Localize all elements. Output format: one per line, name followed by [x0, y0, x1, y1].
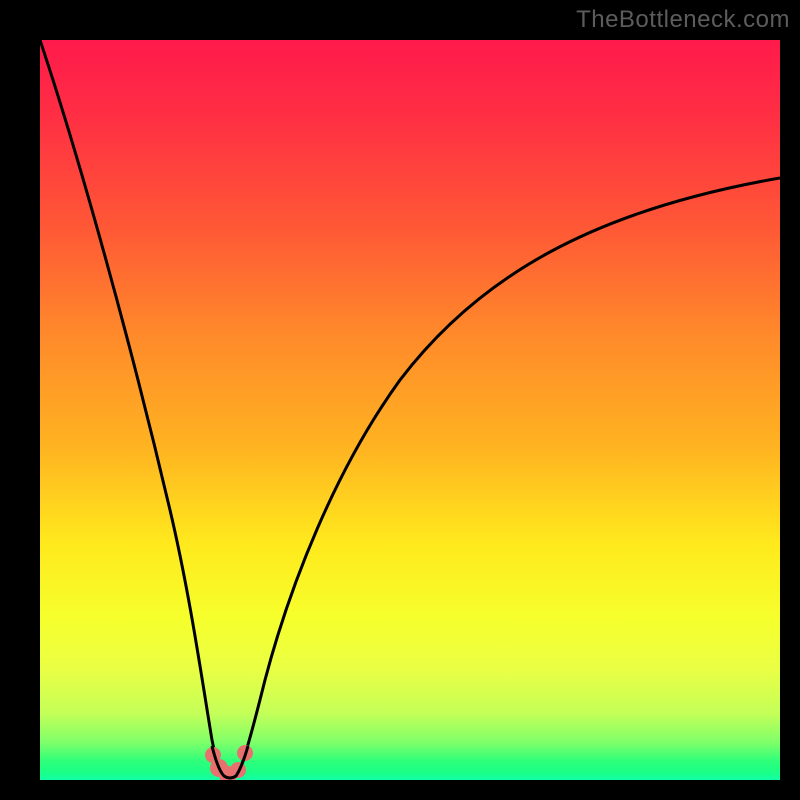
watermark-text: TheBottleneck.com [576, 6, 790, 34]
curve-left-branch [40, 40, 224, 776]
chart-frame: TheBottleneck.com [0, 0, 800, 800]
curve-right-branch [236, 178, 780, 776]
plot-area [40, 40, 780, 780]
bottleneck-curve [40, 40, 780, 780]
